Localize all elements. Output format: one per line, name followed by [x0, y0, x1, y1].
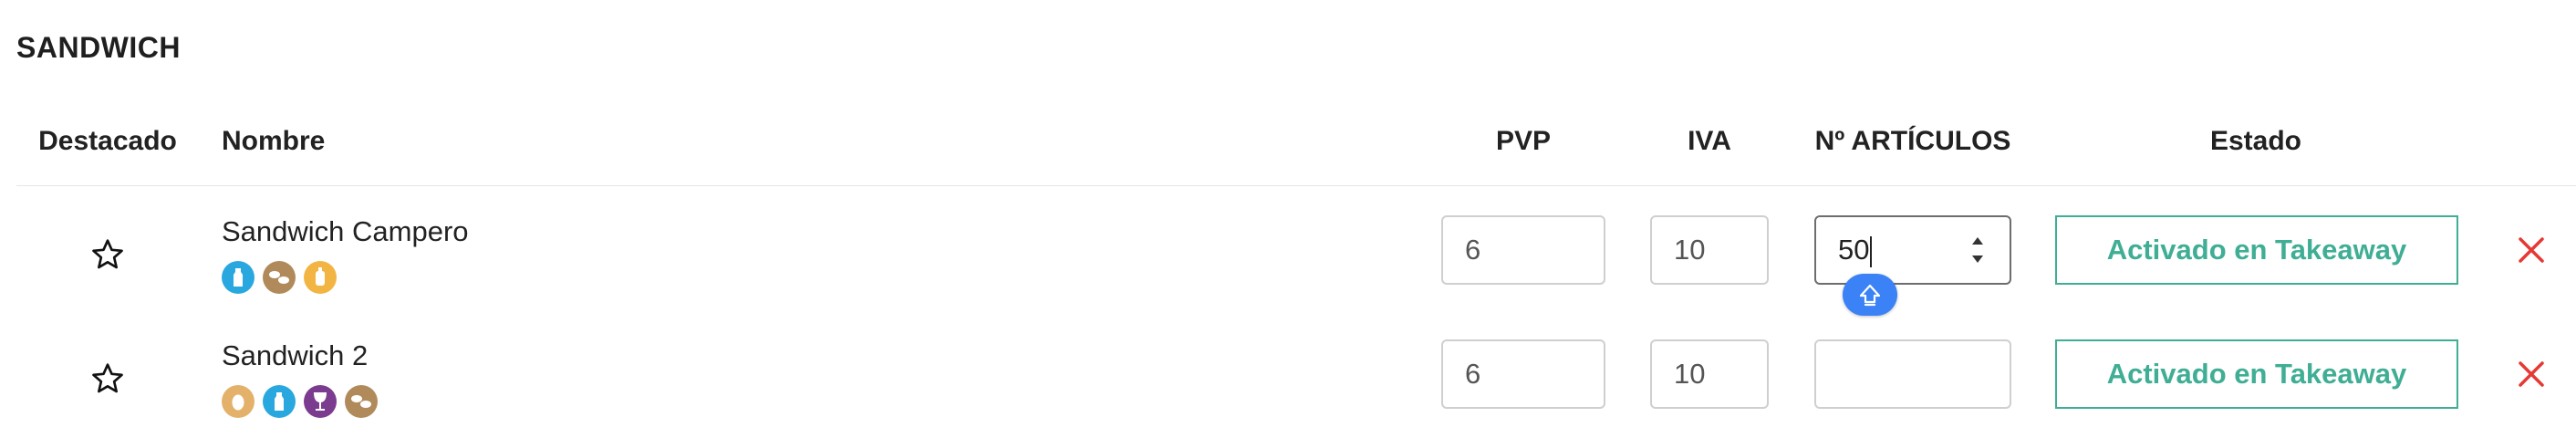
floating-shift-button[interactable] — [1843, 274, 1897, 316]
number-spinner-icon[interactable] — [1969, 232, 1986, 268]
product-name: Sandwich Campero — [222, 215, 469, 247]
articulos-value: 50 — [1838, 234, 1870, 266]
articulos-input[interactable] — [1814, 339, 2011, 409]
egg-icon — [222, 385, 254, 418]
pvp-value: 6 — [1465, 234, 1481, 266]
bottle-icon — [222, 261, 254, 294]
column-header-destacado: Destacado — [38, 126, 177, 156]
status-button[interactable]: Activado en Takeaway — [2055, 215, 2458, 285]
header-divider — [16, 185, 2576, 186]
status-button[interactable]: Activado en Takeaway — [2055, 339, 2458, 409]
iva-input[interactable]: 10 — [1650, 339, 1769, 409]
product-name: Sandwich 2 — [222, 339, 369, 371]
bottle-icon — [263, 385, 296, 418]
iva-input[interactable]: 10 — [1650, 215, 1769, 285]
delete-icon[interactable] — [2515, 234, 2548, 266]
star-icon[interactable] — [89, 236, 126, 273]
column-header-estado: Estado — [2209, 126, 2302, 156]
allergen-list — [222, 261, 337, 294]
column-header-pvp: PVP — [1495, 126, 1552, 156]
pvp-input[interactable]: 6 — [1441, 339, 1605, 409]
mollusc-icon — [263, 261, 296, 294]
table-row: Sandwich Campero 6 10 50 Activado en Tak… — [0, 190, 2576, 314]
pvp-input[interactable]: 6 — [1441, 215, 1605, 285]
iva-value: 10 — [1674, 358, 1706, 390]
shift-arrow-icon — [1856, 281, 1884, 308]
section-title: SANDWICH — [16, 31, 181, 64]
delete-icon[interactable] — [2515, 358, 2548, 391]
star-icon[interactable] — [89, 360, 126, 397]
column-header-iva: IVA — [1688, 126, 1731, 156]
mollusc-icon — [345, 385, 378, 418]
pvp-value: 6 — [1465, 358, 1481, 390]
allergen-list — [222, 385, 378, 418]
iva-value: 10 — [1674, 234, 1706, 266]
table-row: Sandwich 2 6 10 Activado en Takeaway — [0, 314, 2576, 438]
text-caret — [1870, 235, 1873, 267]
sulphite-wine-icon — [304, 385, 337, 418]
column-header-nombre: Nombre — [222, 126, 326, 156]
column-header-articulos: Nº ARTÍCULOS — [1814, 126, 2011, 156]
articulos-input[interactable]: 50 — [1814, 215, 2011, 285]
mustard-icon — [304, 261, 337, 294]
